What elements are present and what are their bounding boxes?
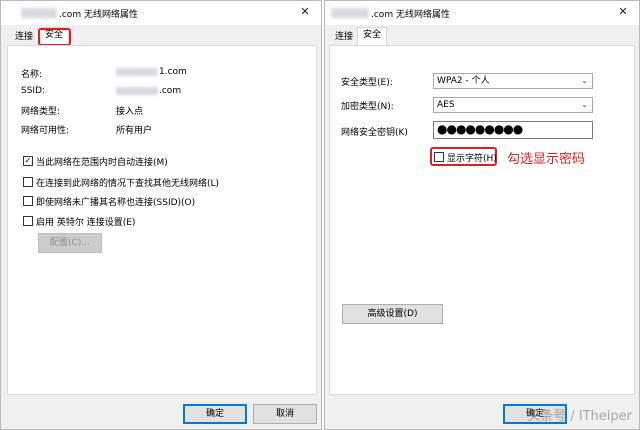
advanced-settings-button[interactable]: 高级设置(D) <box>342 304 443 324</box>
left-title-bar: .com 无线网络属性 ✕ <box>1 1 321 25</box>
connect-hidden-label[interactable]: 即使网络未广播其名称也连接(SSID)(O) <box>36 195 195 208</box>
network-type-value: 接入点 <box>116 107 144 117</box>
network-type-label: 网络类型: <box>21 107 61 117</box>
security-key-input[interactable]: ●●●●●●●●● <box>433 121 593 139</box>
network-availability-value: 所有用户 <box>116 126 153 136</box>
ssid-label: SSID: <box>21 86 46 96</box>
auto-connect-checkbox[interactable]: ✓ <box>23 156 33 166</box>
name-value: 1.com <box>159 67 187 77</box>
chevron-down-icon: ⌄ <box>581 76 588 85</box>
redacted-name <box>116 68 158 76</box>
intel-settings-label[interactable]: 启用 英特尔 连接设置(E) <box>36 215 135 228</box>
look-for-other-checkbox[interactable] <box>23 177 33 187</box>
name-label: 名称: <box>21 70 43 80</box>
redacted-ssid <box>116 87 158 95</box>
redacted-network-name <box>331 8 369 18</box>
intel-settings-checkbox[interactable] <box>23 216 33 226</box>
redacted-network-name <box>21 8 57 18</box>
show-chars-label[interactable]: 显示字符(H) <box>447 151 497 164</box>
connect-hidden-checkbox[interactable] <box>23 196 33 206</box>
encryption-type-label: 加密类型(N): <box>341 102 394 112</box>
security-tab-highlight <box>38 28 71 46</box>
right-properties-window: .com 无线网络属性 ✕ 连接 安全 安全类型(E): WPA2 - 个人 ⌄… <box>324 0 640 430</box>
configure-button[interactable]: 配置(C)... <box>38 233 102 253</box>
right-tab-bar: 连接 安全 <box>325 25 639 45</box>
security-key-label: 网络安全密钥(K) <box>341 128 408 138</box>
show-chars-checkbox[interactable] <box>434 152 444 162</box>
tab-security[interactable]: 安全 <box>357 27 387 45</box>
left-properties-window: .com 无线网络属性 ✕ 连接 安全 名称: 1.com SSID: .com… <box>0 0 322 430</box>
encryption-type-value: AES <box>437 100 455 110</box>
watermark: 头条号 / ITheiper <box>527 409 632 424</box>
close-icon[interactable]: ✕ <box>297 4 313 20</box>
look-for-other-label[interactable]: 在连接到此网络的情况下查找其他无线网络(L) <box>36 176 219 189</box>
security-type-select[interactable]: WPA2 - 个人 ⌄ <box>433 73 593 89</box>
ssid-value: .com <box>159 86 182 96</box>
security-type-label: 安全类型(E): <box>341 78 393 88</box>
security-type-value: WPA2 - 个人 <box>437 76 490 86</box>
cancel-button[interactable]: 取消 <box>253 404 317 424</box>
left-window-title: .com 无线网络属性 <box>59 10 138 20</box>
right-title-bar: .com 无线网络属性 ✕ <box>325 1 639 25</box>
network-availability-label: 网络可用性: <box>21 126 70 136</box>
ok-button[interactable]: 确定 <box>183 404 247 424</box>
right-window-title: .com 无线网络属性 <box>371 10 450 20</box>
auto-connect-label[interactable]: 当此网络在范围内时自动连接(M) <box>36 155 168 168</box>
annotation-note: 勾选显示密码 <box>507 152 586 167</box>
chevron-down-icon: ⌄ <box>581 100 588 109</box>
encryption-type-select[interactable]: AES ⌄ <box>433 97 593 113</box>
close-icon[interactable]: ✕ <box>615 4 631 20</box>
